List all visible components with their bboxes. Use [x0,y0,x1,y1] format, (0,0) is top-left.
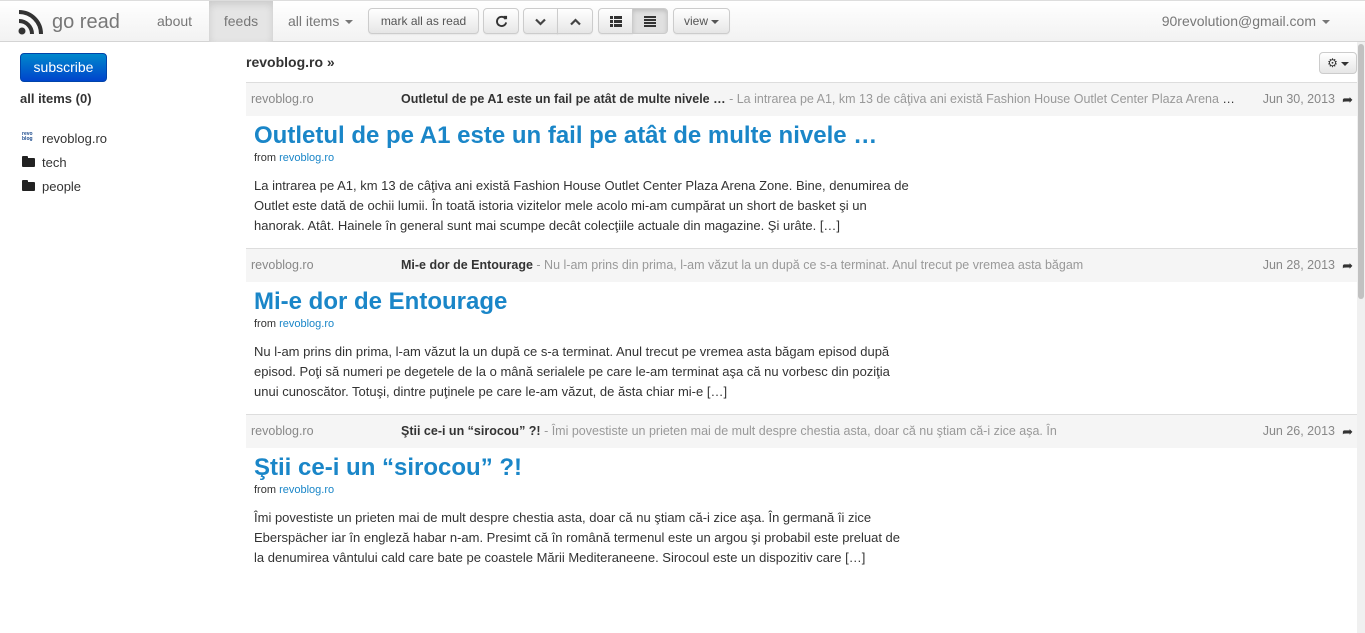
sidebar-item-label: people [42,178,82,194]
refresh-button[interactable] [483,8,519,34]
story-body: Ştii ce-i un “sirocou” ?! from revoblog.… [246,448,1357,580]
story-summary: Mi-e dor de Entourage - Nu l-am prins di… [401,249,1241,282]
chevron-up-icon [569,18,581,26]
scrollbar[interactable] [1357,42,1365,633]
page-title: revoblog.ro » [246,54,335,70]
story-text: La intrarea pe A1, km 13 de câţiva ani e… [254,178,909,233]
story-source-link[interactable]: revoblog.ro [279,484,334,496]
top-navbar: go read about feeds all items mark all a… [0,0,1365,42]
brand-name: go read [52,10,120,33]
nav-feeds[interactable]: feeds [209,1,273,42]
story-summary: Ştii ce-i un “sirocou” ?! - Îmi povestis… [401,415,1241,448]
share-icon[interactable]: ➦ [1342,249,1353,282]
gear-icon: ⚙ [1327,56,1338,70]
story-date: Jun 26, 2013 [1262,424,1335,438]
story-header-title: Ştii ce-i un “sirocou” ?! [401,424,541,438]
rss-icon [18,10,43,35]
next-item-button[interactable] [523,8,558,34]
view-label: view [683,14,708,28]
list-icon [609,16,622,28]
caret-down-icon [1322,20,1330,25]
brand-link[interactable]: go read [18,9,120,35]
story-item: revoblog.ro Ştii ce-i un “sirocou” ?! - … [246,414,1357,580]
story-date: Jun 28, 2013 [1262,258,1335,272]
folder-icon [22,180,36,192]
story-list: revoblog.ro Outletul de pe A1 este un fa… [246,82,1357,580]
story-source: from revoblog.ro [254,484,1349,496]
sidebar-item-people[interactable]: people [22,174,107,198]
story-header[interactable]: revoblog.ro Outletul de pe A1 este un fa… [246,83,1357,116]
previous-item-button[interactable] [557,8,593,34]
caret-down-icon [1340,61,1349,66]
story-title-link[interactable]: Mi-e dor de Entourage [254,286,1349,318]
story-snippet: - Nu l-am prins din prima, l-am văzut la… [532,258,1084,272]
story-body: Outletul de pe A1 este un fail pe atât d… [246,116,1357,248]
subscribe-button[interactable]: subscribe [20,53,107,82]
view-dropdown-button[interactable]: view [673,8,730,34]
story-snippet: - La intrarea pe A1, km 13 de câţiva ani… [729,92,1241,106]
story-item: revoblog.ro Mi-e dor de Entourage - Nu l… [246,248,1357,414]
user-email: 90revolution@gmail.com [1161,13,1316,29]
folder-icon [22,156,36,168]
sidebar-item-label: tech [42,154,67,170]
chevron-down-icon [535,18,546,26]
story-title-link[interactable]: Outletul de pe A1 este un fail pe atât d… [254,120,1349,152]
story-text: Îmi povestiste un prieten mai de mult de… [254,510,901,565]
story-source: from revoblog.ro [254,318,1349,330]
user-menu-dropdown[interactable]: 90revolution@gmail.com [1162,1,1330,42]
story-source-link[interactable]: revoblog.ro [279,318,334,330]
sidebar-item-tech[interactable]: tech [22,150,107,174]
sidebar: subscribe all items (0) revo blog revoblo… [0,42,232,633]
list-view-button[interactable] [598,8,633,34]
feed-settings-button[interactable]: ⚙ [1319,52,1357,74]
share-icon[interactable]: ➦ [1342,83,1353,116]
story-item: revoblog.ro Outletul de pe A1 este un fa… [246,82,1357,248]
nav-about[interactable]: about [143,1,206,42]
story-snippet: - Îmi povestiste un prieten mai de mult … [540,424,1057,438]
story-from-label: from [254,484,280,496]
revoblog-favicon-icon: revo blog [22,131,33,142]
sidebar-item-label: revoblog.ro [42,130,108,146]
mark-all-read-button[interactable]: mark all as read [368,8,479,34]
story-summary: Outletul de pe A1 este un fail pe atât d… [401,83,1241,116]
story-from-label: from [254,152,280,164]
nav-all-items-dropdown[interactable]: all items [274,1,367,42]
main-content: revoblog.ro » ⚙ revoblog.ro Outletul de … [246,42,1357,633]
refresh-icon [495,16,507,28]
caret-down-icon [711,19,719,24]
story-feed-name: revoblog.ro [251,92,314,106]
story-source: from revoblog.ro [254,152,1349,164]
align-justify-icon [644,16,656,28]
story-header[interactable]: revoblog.ro Mi-e dor de Entourage - Nu l… [246,249,1357,282]
expanded-view-button[interactable] [632,8,668,34]
story-source-link[interactable]: revoblog.ro [279,152,334,164]
story-body: Mi-e dor de Entourage from revoblog.ro N… [246,282,1357,414]
story-feed-name: revoblog.ro [251,424,314,438]
story-date: Jun 30, 2013 [1262,92,1335,106]
caret-down-icon [345,20,354,25]
story-text: Nu l-am prins din prima, l-am văzut la u… [254,344,890,399]
feed-list: revo blog revoblog.ro tech people [22,126,107,198]
scrollbar-thumb[interactable] [1358,44,1364,299]
story-feed-name: revoblog.ro [251,258,314,272]
story-header-title: Outletul de pe A1 este un fail pe atât d… [401,92,726,106]
story-header-title: Mi-e dor de Entourage [401,258,533,272]
all-items-link[interactable]: all items (0) [20,91,92,106]
sidebar-item-revoblog[interactable]: revo blog revoblog.ro [22,126,107,150]
story-from-label: from [254,318,280,330]
share-icon[interactable]: ➦ [1342,415,1353,448]
story-title-link[interactable]: Ştii ce-i un “sirocou” ?! [254,452,1349,484]
story-header[interactable]: revoblog.ro Ştii ce-i un “sirocou” ?! - … [246,415,1357,448]
nav-all-items-label: all items [288,13,340,29]
